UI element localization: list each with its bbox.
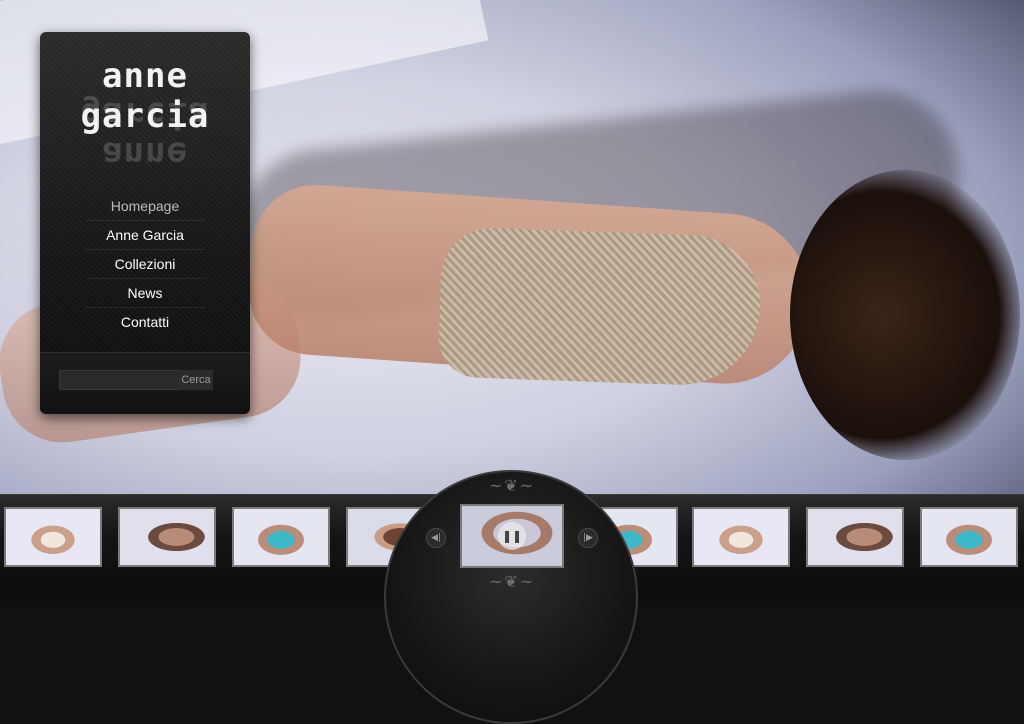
thumbnail-image — [922, 509, 1016, 565]
search-button[interactable]: Cerca — [179, 370, 213, 390]
navigation-panel: anne garcia anne garcia Homepage Anne Ga… — [40, 32, 250, 414]
thumbnail-image — [120, 509, 214, 565]
thumbnail-image — [234, 509, 328, 565]
menu-item-collezioni[interactable]: Collezioni — [85, 250, 205, 279]
main-menu: Homepage Anne Garcia Collezioni News Con… — [85, 192, 205, 336]
thumbnail[interactable] — [806, 507, 904, 567]
thumbnail[interactable] — [920, 507, 1018, 567]
thumbnail[interactable] — [692, 507, 790, 567]
background-hair — [790, 170, 1020, 460]
thumbnail[interactable] — [232, 507, 330, 567]
search-input[interactable] — [59, 370, 181, 390]
pause-icon[interactable]: ❚❚ — [498, 522, 526, 550]
menu-item-news[interactable]: News — [85, 279, 205, 308]
thumbnail-image — [694, 509, 788, 565]
brand-logo-reflection: anne garcia — [80, 94, 210, 174]
thumbnail-image — [6, 509, 100, 565]
thumbnail[interactable] — [4, 507, 102, 567]
scroll-ornament-icon: ~❦~ — [488, 572, 536, 591]
menu-item-homepage[interactable]: Homepage — [85, 192, 205, 221]
search-bar: Cerca — [40, 352, 250, 414]
menu-item-anne-garcia[interactable]: Anne Garcia — [85, 221, 205, 250]
thumbnail-image — [808, 509, 902, 565]
scroll-ornament-icon: ~❦~ — [488, 476, 536, 495]
menu-item-contatti[interactable]: Contatti — [85, 308, 205, 336]
thumbnail[interactable] — [118, 507, 216, 567]
background-swimsuit — [437, 226, 763, 388]
skip-previous-icon[interactable]: ◀| — [426, 528, 446, 548]
skip-next-icon[interactable]: |▶ — [578, 528, 598, 548]
